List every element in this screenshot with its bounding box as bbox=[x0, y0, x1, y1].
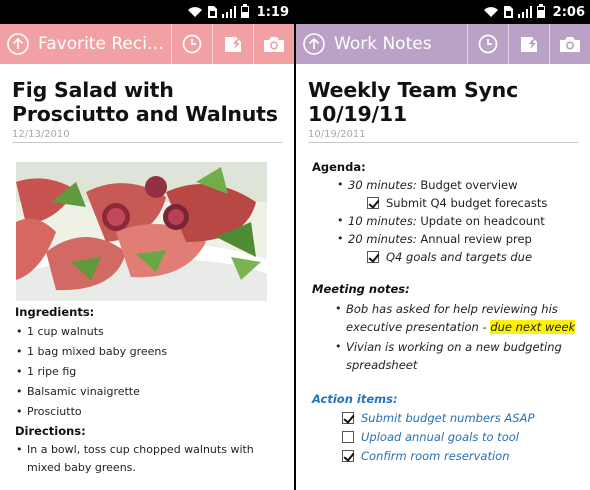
list-item: 1 bag mixed baby greens bbox=[15, 345, 282, 359]
reminder-button[interactable] bbox=[467, 24, 508, 64]
note-content[interactable]: Fig Salad with Prosciutto and Walnuts 12… bbox=[0, 64, 294, 490]
note-date: 10/19/2011 bbox=[308, 129, 578, 143]
action-items-heading: Action items: bbox=[312, 392, 398, 406]
camera-button[interactable] bbox=[549, 24, 590, 64]
checkbox[interactable] bbox=[342, 431, 354, 443]
new-note-button[interactable] bbox=[508, 24, 549, 64]
signal-icon bbox=[221, 3, 236, 22]
list-item: Balsamic vinaigrette bbox=[15, 385, 282, 399]
meeting-notes-heading: Meeting notes: bbox=[312, 282, 410, 296]
checkbox[interactable] bbox=[367, 197, 379, 209]
list-item: Vivian is working on a new budgeting spr… bbox=[334, 338, 578, 374]
status-bar: 2:06 bbox=[296, 0, 590, 24]
agenda-heading: Agenda: bbox=[312, 160, 366, 174]
new-note-button[interactable] bbox=[212, 24, 253, 64]
list-item: 20 minutes: Annual review prep bbox=[336, 232, 578, 246]
action-bar: Favorite Reci… bbox=[0, 24, 294, 64]
list-item: 10 minutes: Update on headcount bbox=[336, 214, 578, 228]
sim-card-icon bbox=[207, 3, 217, 22]
up-arrow-icon bbox=[303, 33, 325, 55]
todo-item[interactable]: Submit budget numbers ASAP bbox=[342, 411, 578, 425]
up-button[interactable] bbox=[0, 24, 36, 64]
agenda-list: 30 minutes: Budget overview bbox=[336, 178, 578, 192]
checkbox[interactable] bbox=[342, 412, 354, 424]
note-content[interactable]: Weekly Team Sync 10/19/11 10/19/2011 Age… bbox=[296, 64, 590, 490]
note-date: 12/13/2010 bbox=[12, 129, 282, 143]
phone-screen-right: 2:06 Work Notes Weekly Team Sync 10/19/1… bbox=[296, 0, 590, 490]
note-title[interactable]: Weekly Team Sync 10/19/11 bbox=[308, 78, 578, 126]
todo-label: Submit budget numbers ASAP bbox=[361, 411, 535, 425]
list-item: 30 minutes: Budget overview bbox=[336, 178, 578, 192]
battery-icon bbox=[536, 3, 545, 22]
notebook-title[interactable]: Work Notes bbox=[332, 24, 467, 64]
meeting-notes-list: Bob has asked for help reviewing his exe… bbox=[334, 300, 578, 374]
todo-item[interactable]: Confirm room reservation bbox=[342, 449, 578, 463]
clock: 2:06 bbox=[552, 4, 585, 20]
notebook-title[interactable]: Favorite Reci… bbox=[36, 24, 171, 64]
ingredients-list: 1 cup walnuts 1 bag mixed baby greens 1 … bbox=[12, 325, 282, 419]
clock-icon bbox=[478, 34, 498, 54]
list-item: Prosciutto bbox=[15, 405, 282, 419]
camera-button[interactable] bbox=[253, 24, 294, 64]
ingredients-heading: Ingredients: bbox=[15, 305, 95, 319]
todo-item[interactable]: Q4 goals and targets due bbox=[367, 250, 578, 264]
checkbox[interactable] bbox=[342, 450, 354, 462]
phone-screen-left: 1:19 Favorite Reci… Fig Salad with Prosc… bbox=[0, 0, 294, 490]
directions-list: In a bowl, toss cup chopped walnuts with… bbox=[12, 441, 282, 477]
clock-icon bbox=[182, 34, 202, 54]
fig-salad-photo[interactable] bbox=[16, 162, 267, 301]
duration: 10 minutes: bbox=[348, 214, 417, 228]
directions-heading: Directions: bbox=[15, 424, 86, 438]
todo-item[interactable]: Upload annual goals to tool bbox=[342, 430, 578, 444]
up-button[interactable] bbox=[296, 24, 332, 64]
new-note-icon bbox=[225, 37, 241, 52]
new-note-icon bbox=[521, 37, 537, 52]
battery-icon bbox=[240, 3, 249, 22]
agenda-list: 10 minutes: Update on headcount 20 minut… bbox=[336, 214, 578, 246]
todo-label: Submit Q4 budget forecasts bbox=[386, 196, 548, 210]
list-item: In a bowl, toss cup chopped walnuts with… bbox=[15, 441, 282, 477]
duration: 30 minutes: bbox=[348, 178, 417, 192]
checkbox[interactable] bbox=[367, 251, 379, 263]
list-item: 1 cup walnuts bbox=[15, 325, 282, 339]
action-bar: Work Notes bbox=[296, 24, 590, 64]
todo-label: Upload annual goals to tool bbox=[361, 430, 519, 444]
note-title[interactable]: Fig Salad with Prosciutto and Walnuts bbox=[12, 78, 282, 126]
wifi-icon bbox=[483, 3, 499, 22]
camera-icon bbox=[264, 37, 284, 52]
todo-label: Q4 goals and targets due bbox=[386, 250, 533, 264]
todo-item[interactable]: Submit Q4 budget forecasts bbox=[367, 196, 578, 210]
status-bar: 1:19 bbox=[0, 0, 294, 24]
camera-icon bbox=[560, 37, 580, 52]
todo-label: Confirm room reservation bbox=[361, 449, 510, 463]
highlighted-text: due next week bbox=[490, 320, 576, 334]
clock: 1:19 bbox=[256, 4, 289, 20]
up-arrow-icon bbox=[7, 33, 29, 55]
list-item: 1 ripe fig bbox=[15, 365, 282, 379]
duration: 20 minutes: bbox=[348, 232, 417, 246]
signal-icon bbox=[517, 3, 532, 22]
sim-card-icon bbox=[503, 3, 513, 22]
reminder-button[interactable] bbox=[171, 24, 212, 64]
wifi-icon bbox=[187, 3, 203, 22]
list-item: Bob has asked for help reviewing his exe… bbox=[334, 300, 578, 336]
